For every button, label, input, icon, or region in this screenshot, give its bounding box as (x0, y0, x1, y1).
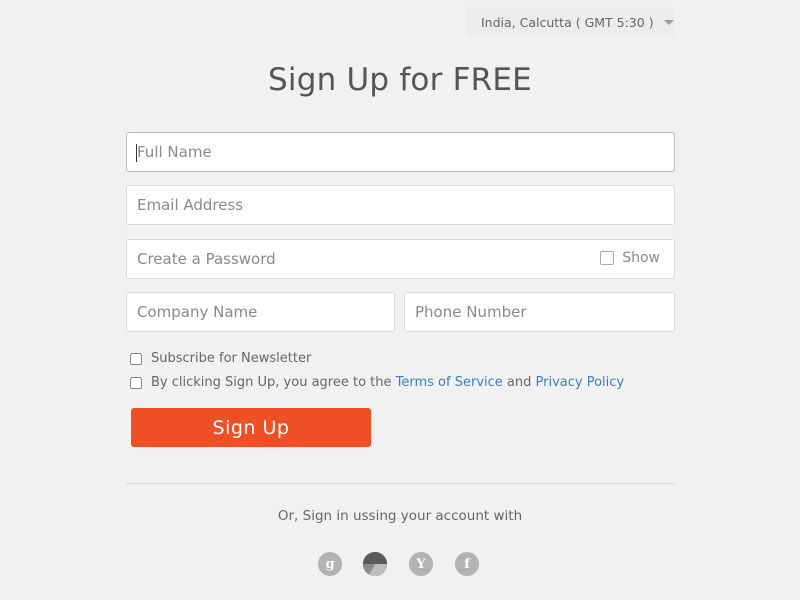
full-name-field-wrapper (126, 132, 675, 172)
google-icon[interactable]: g (318, 552, 342, 576)
email-input[interactable] (127, 186, 674, 224)
company-field-wrapper (126, 292, 395, 332)
signup-page: India, Calcutta ( GMT 5:30 ) Sign Up for… (0, 0, 800, 600)
newsletter-label: Subscribe for Newsletter (151, 351, 312, 366)
text-cursor (136, 144, 137, 162)
google-icon-glyph: g (325, 556, 335, 572)
privacy-policy-link[interactable]: Privacy Policy (536, 375, 625, 390)
password-input[interactable] (127, 240, 674, 278)
yahoo-icon-glyph: Y (416, 556, 426, 572)
company-name-input[interactable] (127, 293, 394, 331)
timezone-label: India, Calcutta ( GMT 5:30 ) (481, 14, 654, 30)
show-password-label: Show (622, 250, 660, 266)
facebook-icon-glyph: f (464, 556, 470, 572)
show-password-checkbox[interactable] (600, 251, 615, 265)
newsletter-checkbox[interactable] (130, 352, 142, 365)
password-field-wrapper: Show (126, 239, 675, 279)
terms-checkbox[interactable] (130, 376, 142, 389)
page-title: Sign Up for FREE (268, 62, 532, 98)
yahoo-icon[interactable]: Y (409, 552, 433, 576)
alt-signin-text: Or, Sign in ussing your account with (277, 508, 523, 524)
timezone-dropdown[interactable]: India, Calcutta ( GMT 5:30 ) (466, 7, 674, 37)
terms-prefix: By clicking Sign Up, you agree to the (151, 375, 392, 390)
phone-number-input[interactable] (405, 293, 674, 331)
email-field-wrapper (126, 185, 675, 225)
phone-field-wrapper (404, 292, 675, 332)
newsletter-row: Subscribe for Newsletter (130, 351, 311, 366)
terms-of-service-link[interactable]: Terms of Service (396, 375, 503, 390)
alt-service-icon-shape (363, 552, 387, 576)
terms-and-text: and (506, 375, 532, 390)
chevron-down-icon (663, 19, 674, 25)
alt-service-icon[interactable] (363, 552, 387, 576)
show-password-toggle[interactable]: Show (600, 250, 660, 266)
divider (126, 483, 675, 484)
terms-row: By clicking Sign Up, you agree to the Te… (130, 375, 624, 390)
sign-up-button[interactable]: Sign Up (131, 408, 371, 447)
facebook-icon[interactable]: f (455, 552, 479, 576)
full-name-input[interactable] (127, 133, 674, 171)
